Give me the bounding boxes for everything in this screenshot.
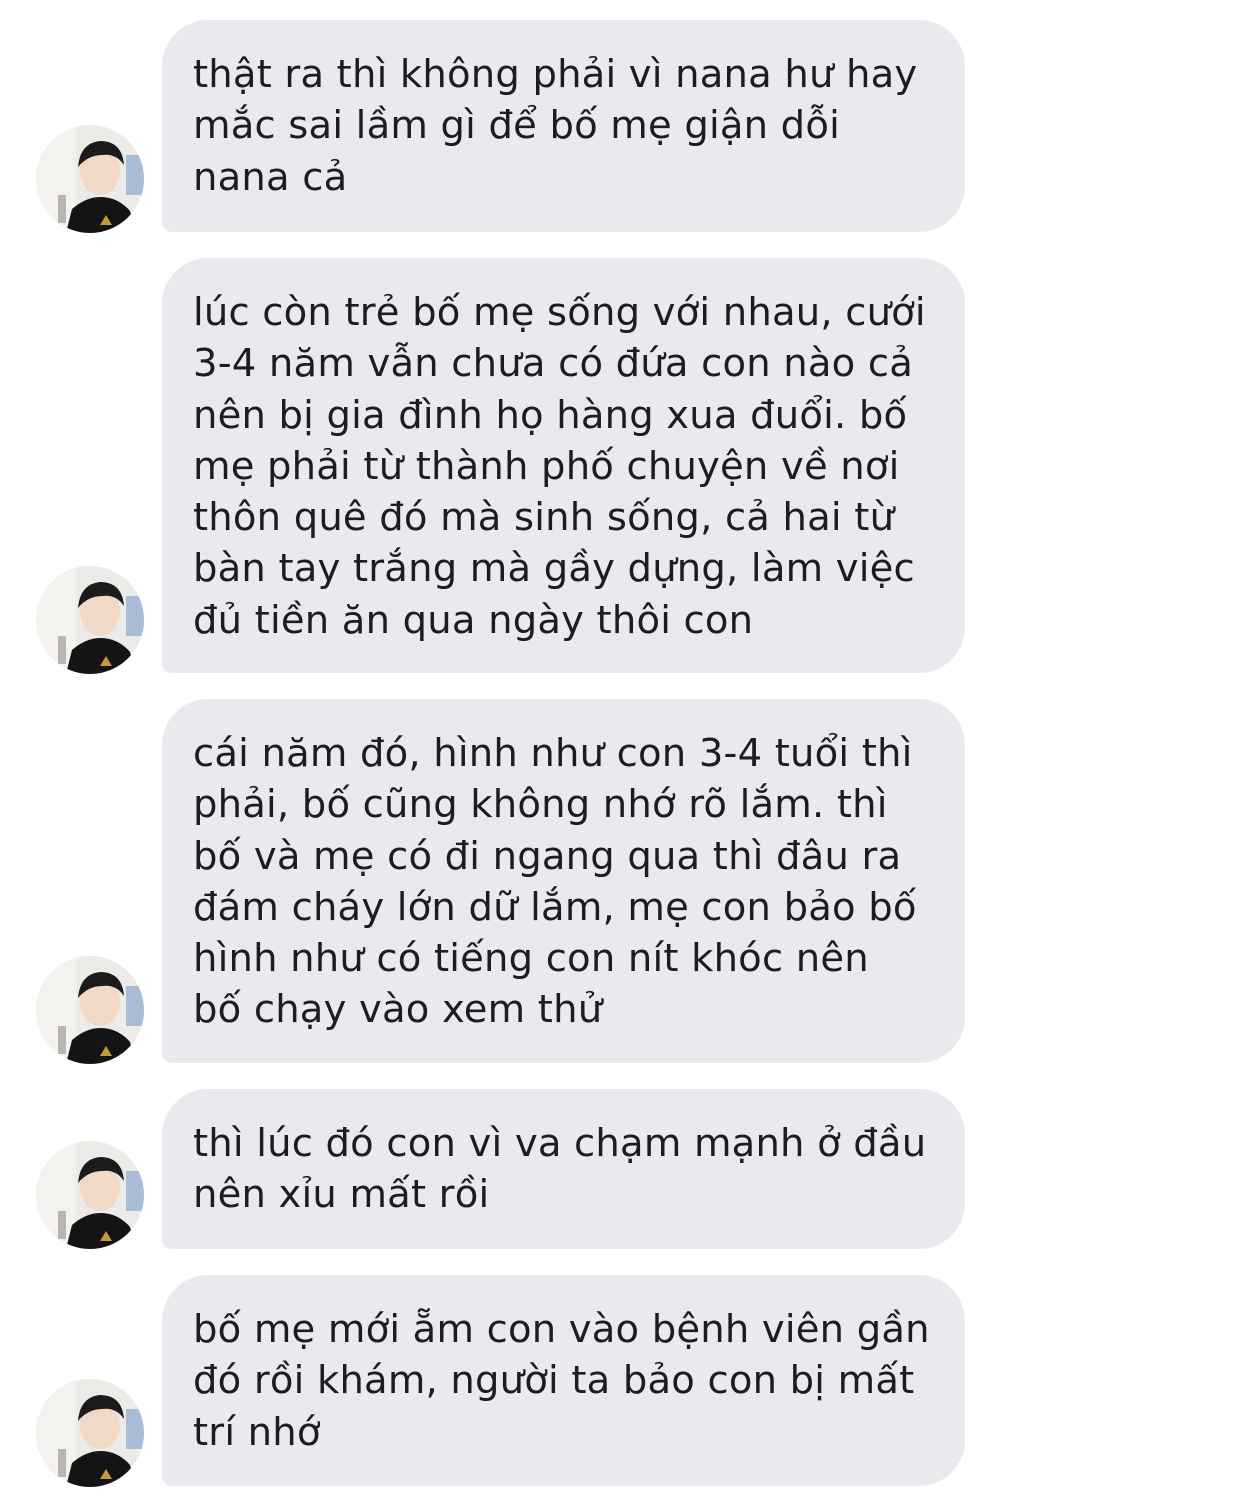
message-bubble[interactable]: bố mẹ mới ẵm con vào bệnh viên gần đó rồ… — [162, 1275, 965, 1486]
user-avatar-icon — [36, 1379, 144, 1487]
user-avatar-icon — [36, 566, 144, 674]
avatar[interactable] — [36, 1379, 144, 1487]
message-text: bố mẹ mới ẵm con vào bệnh viên gần đó rồ… — [193, 1307, 930, 1455]
message-text: cái năm đó, hình như con 3-4 tuổi thì ph… — [193, 731, 917, 1033]
message-thread: thật ra thì không phải vì nana hư hay mắ… — [0, 0, 1242, 1500]
avatar[interactable] — [36, 566, 144, 674]
avatar[interactable] — [36, 956, 144, 1064]
message-text: thì lúc đó con vì va chạm mạnh ở đầu nên… — [193, 1121, 927, 1218]
message-bubble[interactable]: thật ra thì không phải vì nana hư hay mắ… — [162, 20, 965, 232]
user-avatar-icon — [36, 956, 144, 1064]
avatar[interactable] — [36, 125, 144, 233]
user-avatar-icon — [36, 125, 144, 233]
message-text: thật ra thì không phải vì nana hư hay mắ… — [193, 52, 918, 200]
user-avatar-icon — [36, 1141, 144, 1249]
message-bubble[interactable]: thì lúc đó con vì va chạm mạnh ở đầu nên… — [162, 1089, 965, 1249]
message-text: lúc còn trẻ bố mẹ sống với nhau, cưới 3-… — [193, 290, 926, 643]
message-bubble[interactable]: cái năm đó, hình như con 3-4 tuổi thì ph… — [162, 699, 965, 1063]
avatar[interactable] — [36, 1141, 144, 1249]
message-bubble[interactable]: lúc còn trẻ bố mẹ sống với nhau, cưới 3-… — [162, 258, 965, 673]
